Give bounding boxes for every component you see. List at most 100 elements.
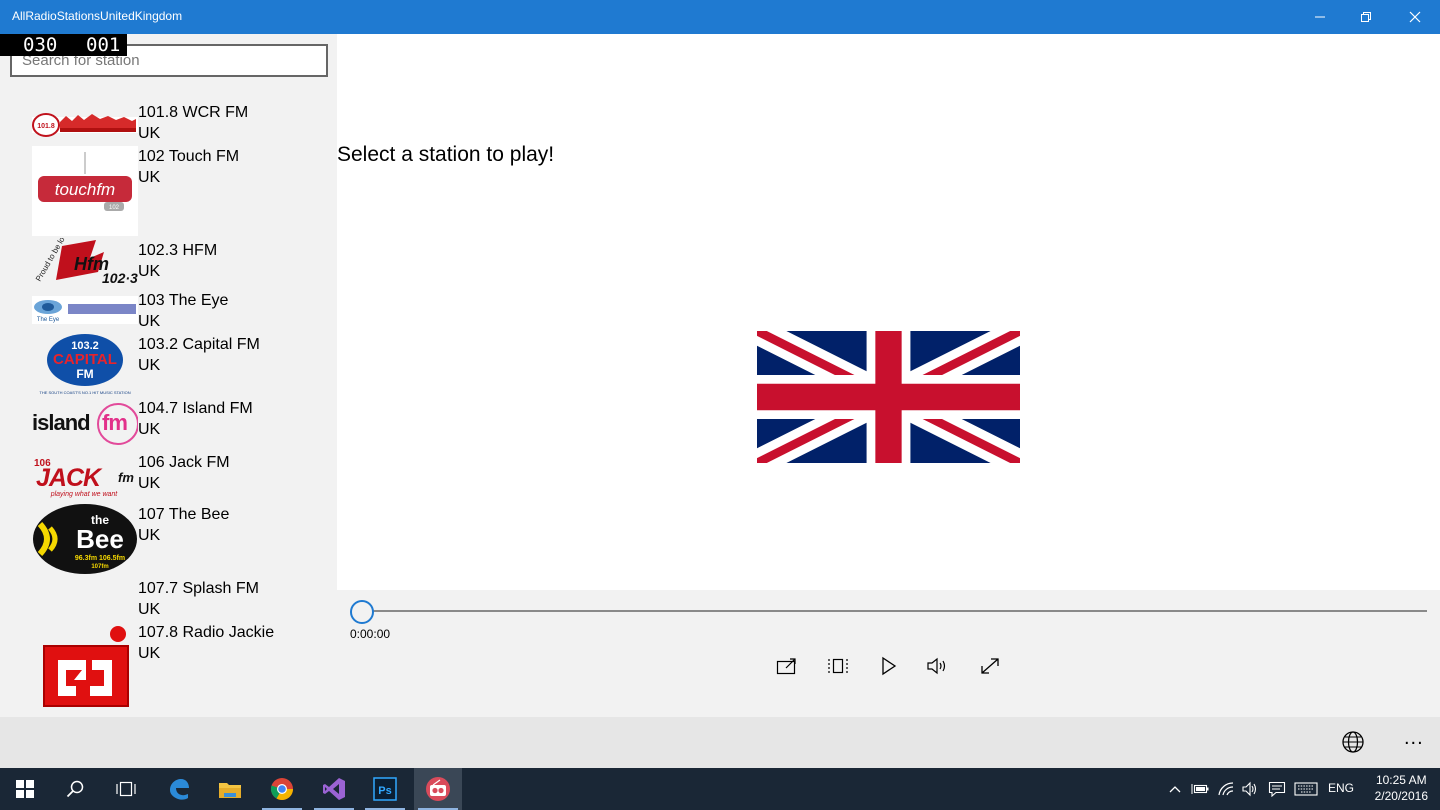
input-language[interactable]: ENG — [1328, 781, 1354, 795]
station-item[interactable]: 103.2 CAPITAL FM THE SOUTH COAST'S NO.1 … — [0, 332, 337, 396]
station-item[interactable]: 107.7 Splash FM UK — [0, 576, 337, 620]
station-name: 103 The Eye — [138, 292, 229, 309]
restore-icon — [1361, 12, 1371, 22]
svg-text:playing what we want: playing what we want — [50, 491, 119, 498]
station-logo: 101.8 — [32, 110, 138, 138]
chrome-icon — [270, 778, 293, 800]
cast-icon — [776, 658, 796, 675]
seek-bar[interactable] — [363, 610, 1427, 612]
station-item[interactable]: touchfm 102 102 Touch FM UK — [0, 144, 337, 238]
frame-counter: 030 001 — [0, 34, 127, 56]
station-name: 101.8 WCR FM — [138, 104, 249, 121]
svg-text:island: island — [32, 410, 90, 435]
notification-icon — [1268, 781, 1286, 797]
station-name: 103.2 Capital FM — [138, 336, 260, 353]
cast-button[interactable] — [775, 654, 799, 678]
station-country: UK — [138, 421, 161, 438]
svg-text:touchfm: touchfm — [55, 180, 115, 199]
more-button[interactable]: ... — [1404, 727, 1424, 750]
station-item[interactable]: the Bee 96.3fm 106.5fm 107fm 107 The Bee… — [0, 502, 337, 576]
station-country: UK — [138, 169, 161, 186]
aspect-ratio-button[interactable] — [826, 654, 850, 678]
restore-button[interactable] — [1343, 0, 1389, 34]
select-station-prompt: Select a station to play! — [337, 143, 555, 166]
visual-studio-icon — [323, 778, 345, 800]
svg-text:The Eye: The Eye — [37, 317, 60, 323]
station-logo: Proud to be local Hfm 102·3 — [32, 238, 138, 288]
aspect-ratio-icon — [828, 658, 848, 674]
photoshop-button[interactable]: Ps — [361, 768, 409, 810]
battery-icon — [1191, 784, 1209, 794]
search-button[interactable] — [51, 768, 99, 810]
edge-button[interactable] — [155, 768, 203, 810]
taskbar: Ps ENG 10:25 AM 2/20/2016 — [0, 768, 1440, 810]
window-title: AllRadioStationsUnitedKingdom — [12, 9, 183, 23]
file-explorer-icon — [219, 783, 241, 798]
svg-text:JACK: JACK — [36, 464, 103, 492]
svg-text:fm: fm — [102, 410, 127, 435]
action-center-button[interactable] — [1266, 768, 1288, 810]
elapsed-time: 0:00:00 — [350, 627, 391, 641]
globe-button[interactable] — [1341, 730, 1365, 759]
radio-app-button[interactable] — [414, 768, 462, 810]
keyboard-button[interactable] — [1292, 768, 1320, 810]
volume-button[interactable] — [926, 654, 950, 678]
station-name: 102 Touch FM — [138, 148, 240, 165]
task-view-button[interactable] — [102, 768, 150, 810]
station-item[interactable]: 107.8 Radio Jackie UK — [0, 620, 337, 717]
station-name: 107.8 Radio Jackie — [138, 624, 275, 641]
station-logo: the Bee 96.3fm 106.5fm 107fm — [32, 502, 138, 576]
close-icon — [1409, 11, 1421, 23]
svg-text:102·3: 102·3 — [102, 270, 138, 286]
minimize-button[interactable] — [1297, 0, 1343, 34]
station-country: UK — [138, 601, 161, 618]
station-logo: 106 JACK fm playing what we want — [32, 454, 138, 500]
close-button[interactable] — [1392, 0, 1438, 34]
station-name: 104.7 Island FM — [138, 400, 253, 417]
clock[interactable]: 10:25 AM 2/20/2016 — [1375, 772, 1428, 804]
station-country: UK — [138, 357, 161, 374]
app-bar: ... — [0, 717, 1440, 768]
minimize-icon — [1315, 16, 1325, 18]
photoshop-icon: Ps — [373, 777, 397, 801]
chrome-button[interactable] — [258, 768, 306, 810]
clock-time: 10:25 AM — [1375, 773, 1427, 787]
task-view-icon — [116, 781, 136, 797]
station-item[interactable]: 101.8 101.8 WCR FM UK — [0, 100, 337, 144]
station-item[interactable]: 106 JACK fm playing what we want 106 Jac… — [0, 450, 337, 502]
visual-studio-button[interactable] — [310, 768, 358, 810]
file-explorer-button[interactable] — [206, 768, 254, 810]
svg-text:THE SOUTH COAST'S NO.1 HIT MUS: THE SOUTH COAST'S NO.1 HIT MUSIC STATION — [39, 390, 130, 395]
station-name: 106 Jack FM — [138, 454, 230, 471]
svg-text:FM: FM — [76, 367, 93, 381]
show-hidden-icons-button[interactable] — [1166, 768, 1184, 810]
media-player: 0:00:00 — [337, 590, 1440, 717]
volume-tray-button[interactable] — [1240, 768, 1260, 810]
chevron-up-icon — [1169, 786, 1181, 793]
title-bar: AllRadioStationsUnitedKingdom — [0, 0, 1440, 34]
station-country: UK — [138, 313, 161, 330]
station-logo: island fm — [32, 398, 138, 448]
search-icon — [66, 780, 84, 798]
station-name: 107 The Bee — [138, 506, 230, 523]
station-logo: touchfm 102 — [32, 146, 138, 236]
globe-icon — [1342, 731, 1364, 753]
seek-thumb[interactable] — [350, 600, 374, 624]
fullscreen-icon — [981, 658, 999, 674]
union-jack-flag — [751, 319, 1026, 475]
station-item[interactable]: island fm 104.7 Island FM UK — [0, 396, 337, 450]
svg-text:Ps: Ps — [378, 785, 391, 797]
counter-left: 030 — [23, 34, 58, 56]
start-button[interactable] — [1, 768, 49, 810]
network-button[interactable] — [1216, 768, 1236, 810]
station-country: UK — [138, 475, 161, 492]
fullscreen-button[interactable] — [978, 654, 1002, 678]
station-item[interactable]: Proud to be local Hfm 102·3 102.3 HFM UK — [0, 238, 337, 288]
station-item[interactable]: The Eye 103 The Eye UK — [0, 288, 337, 332]
station-logo: The Eye — [32, 296, 138, 324]
edge-icon — [170, 779, 189, 800]
battery-button[interactable] — [1190, 768, 1210, 810]
station-country: UK — [138, 263, 161, 280]
station-sidebar: 101.8 101.8 WCR FM UK touchfm 102 102 To… — [0, 34, 337, 717]
play-button[interactable] — [876, 654, 900, 678]
